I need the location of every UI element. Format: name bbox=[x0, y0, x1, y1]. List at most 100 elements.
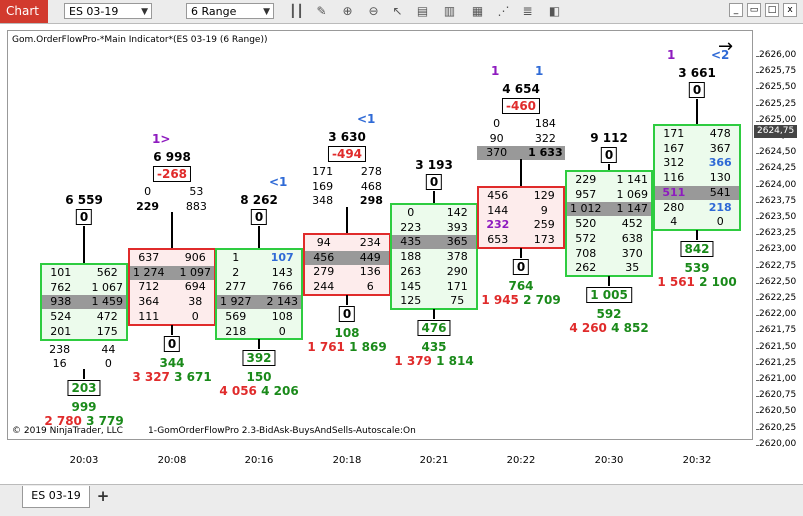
close-button[interactable]: x bbox=[783, 3, 797, 17]
ask-volume: 136 bbox=[359, 265, 381, 279]
bid-volume: 16 bbox=[52, 357, 67, 371]
candle-body[interactable]: 171 478 167 367 312 366 116 130 511 541 280 218 4 0 bbox=[653, 124, 741, 231]
ask-volume: 449 bbox=[359, 250, 381, 264]
price-level-row: 218 0 bbox=[217, 325, 301, 339]
bar-delta-below: 203 bbox=[67, 379, 101, 396]
strategies-icon[interactable]: ▦ bbox=[470, 4, 485, 19]
price-tick-label: 2621,25 bbox=[755, 357, 797, 368]
imbalance-marker: <2 bbox=[711, 48, 730, 62]
price-level-row: 364 38 bbox=[130, 295, 214, 309]
bid-volume: 90 bbox=[489, 131, 504, 145]
window-link-icon[interactable]: ◧ bbox=[547, 4, 562, 19]
interval-selector[interactable]: 6 Range ▼ bbox=[186, 3, 274, 19]
add-tab-button[interactable]: + bbox=[93, 486, 113, 506]
bars-icon[interactable]: ┃┃ bbox=[289, 4, 304, 19]
pointer-icon[interactable]: ↖ bbox=[390, 4, 405, 19]
chart-trader-icon[interactable]: ⋰ bbox=[496, 4, 511, 19]
bid-volume: 232 bbox=[486, 218, 510, 232]
price-level-row: 279 136 bbox=[305, 265, 389, 279]
imbalance-marker: 1 bbox=[491, 64, 500, 78]
ask-volume: 44 bbox=[101, 342, 116, 356]
bar-delta: 0 bbox=[425, 174, 443, 190]
ask-volume: 378 bbox=[446, 250, 468, 264]
price-level-row: 229 1 141 bbox=[567, 173, 651, 187]
candle-body[interactable]: 94 234 456 449 279 136 244 6 bbox=[303, 233, 391, 296]
price-level-row: 637 906 bbox=[130, 251, 214, 265]
last-price-marker: 2624,75 bbox=[754, 125, 797, 138]
candle-body[interactable]: 101 562 762 1 067 938 1 459 524 472 201 175 bbox=[40, 263, 128, 341]
price-level-row: 312 366 bbox=[655, 156, 739, 170]
ask-volume: 322 bbox=[534, 131, 556, 145]
price-level-row: 223 393 bbox=[392, 221, 476, 235]
price-level-row: 762 1 067 bbox=[42, 281, 126, 295]
price-tick-label: 2625,75 bbox=[755, 66, 797, 77]
bar-delta-below: 0 bbox=[338, 305, 356, 322]
candle-body[interactable]: 637 906 1 274 1 097 712 694 364 38 111 0 bbox=[128, 248, 216, 326]
tab-es-03-19[interactable]: ES 03-19 bbox=[22, 486, 90, 508]
bid-volume: 145 bbox=[400, 279, 422, 293]
copyright-text: © 2019 NinjaTrader, LLC bbox=[12, 426, 123, 436]
ask-volume: 1 459 bbox=[91, 295, 123, 309]
bid-volume: 762 bbox=[50, 280, 72, 294]
price-level-row: 262 35 bbox=[567, 261, 651, 275]
bid-volume: 520 bbox=[575, 217, 597, 231]
bar-delta: -494 bbox=[327, 146, 367, 162]
candle-wick bbox=[696, 229, 698, 240]
bid-volume: 4 bbox=[670, 215, 678, 229]
sells-value: 4 056 bbox=[219, 384, 257, 399]
ask-volume: 367 bbox=[709, 141, 731, 155]
ask-volume: 1 633 bbox=[528, 146, 563, 160]
ask-volume: 218 bbox=[708, 200, 732, 214]
zoom-in-icon[interactable]: ⊕ bbox=[340, 4, 355, 19]
bar-delta: -268 bbox=[152, 166, 192, 182]
pencil-icon[interactable]: ✎ bbox=[314, 4, 329, 19]
ask-volume: 694 bbox=[184, 280, 206, 294]
sells-buys: 1 761 1 869 bbox=[307, 340, 386, 354]
alerts-icon[interactable]: ≣ bbox=[520, 4, 535, 19]
time-tick-label: 20:16 bbox=[244, 455, 274, 466]
ask-volume: 541 bbox=[709, 185, 731, 199]
indicator-footer: 1-GomOrderFlowPro 2.3-BidAsk-BuysAndSell… bbox=[148, 426, 416, 436]
candle-body[interactable]: 229 1 141 957 1 069 1 012 1 147 520 452 572 638 70… bbox=[565, 170, 653, 277]
price-level-row: 171 478 bbox=[655, 127, 739, 141]
ask-volume: 142 bbox=[446, 206, 468, 219]
price-level-row: 171 278 bbox=[303, 165, 391, 179]
price-level-row: 169 468 bbox=[303, 180, 391, 194]
bar-delta: 0 bbox=[250, 209, 268, 225]
price-level-row: 1 927 2 143 bbox=[217, 295, 301, 310]
price-level-row: 40 bbox=[655, 215, 739, 229]
bid-volume: 511 bbox=[662, 185, 686, 199]
ask-volume: 638 bbox=[621, 231, 643, 245]
chevron-down-icon: ▼ bbox=[141, 7, 148, 17]
price-level-row: 435 365 bbox=[392, 235, 476, 250]
bid-volume: 456 bbox=[487, 189, 509, 202]
price-axis[interactable]: 2626,00 2625,75 2625,50 2625,25 2625,00 2624,… bbox=[754, 30, 803, 449]
price-level-row: 90 322 bbox=[477, 132, 565, 146]
candle-body[interactable]: 1 107 2 143 277 766 1 927 2 143 569 108 218 0 bbox=[215, 248, 303, 341]
ask-volume: 108 bbox=[271, 309, 293, 323]
bid-volume: 167 bbox=[663, 141, 685, 155]
ask-volume: 2 143 bbox=[266, 295, 298, 309]
bid-volume: 144 bbox=[487, 203, 509, 217]
bar-delta: 0 bbox=[600, 147, 618, 163]
maximize-button[interactable]: □ bbox=[765, 3, 779, 17]
ask-volume: 1 147 bbox=[616, 202, 648, 216]
indicators-icon[interactable]: ▥ bbox=[442, 4, 457, 19]
time-axis[interactable]: 20:03 20:08 20:16 20:18 20:21 20:22 20:30 20:32 bbox=[7, 441, 753, 481]
ask-volume: 143 bbox=[271, 265, 293, 279]
candle-body[interactable]: 456 129 144 9 232 259 653 173 bbox=[477, 186, 565, 249]
zoom-out-icon[interactable]: ⊖ bbox=[366, 4, 381, 19]
candle-body[interactable]: 0 142 223 393 435 365 188 378 263 290 145 171 125 75 bbox=[390, 203, 478, 310]
ask-volume: 298 bbox=[359, 194, 383, 208]
instrument-value: ES 03-19 bbox=[69, 5, 119, 18]
bid-volume: 572 bbox=[575, 231, 597, 245]
price-level-row: 277 766 bbox=[217, 280, 301, 294]
ask-volume: 472 bbox=[96, 310, 118, 324]
minimize-button[interactable]: _ bbox=[729, 3, 743, 17]
price-tick-label: 2622,50 bbox=[755, 276, 797, 287]
ask-volume: 107 bbox=[270, 251, 294, 264]
restore-button[interactable]: ▭ bbox=[747, 3, 761, 17]
instrument-selector[interactable]: ES 03-19 ▼ bbox=[64, 3, 152, 19]
properties-icon[interactable]: ▤ bbox=[415, 4, 430, 19]
bar-volume: 3 193 bbox=[415, 158, 453, 172]
